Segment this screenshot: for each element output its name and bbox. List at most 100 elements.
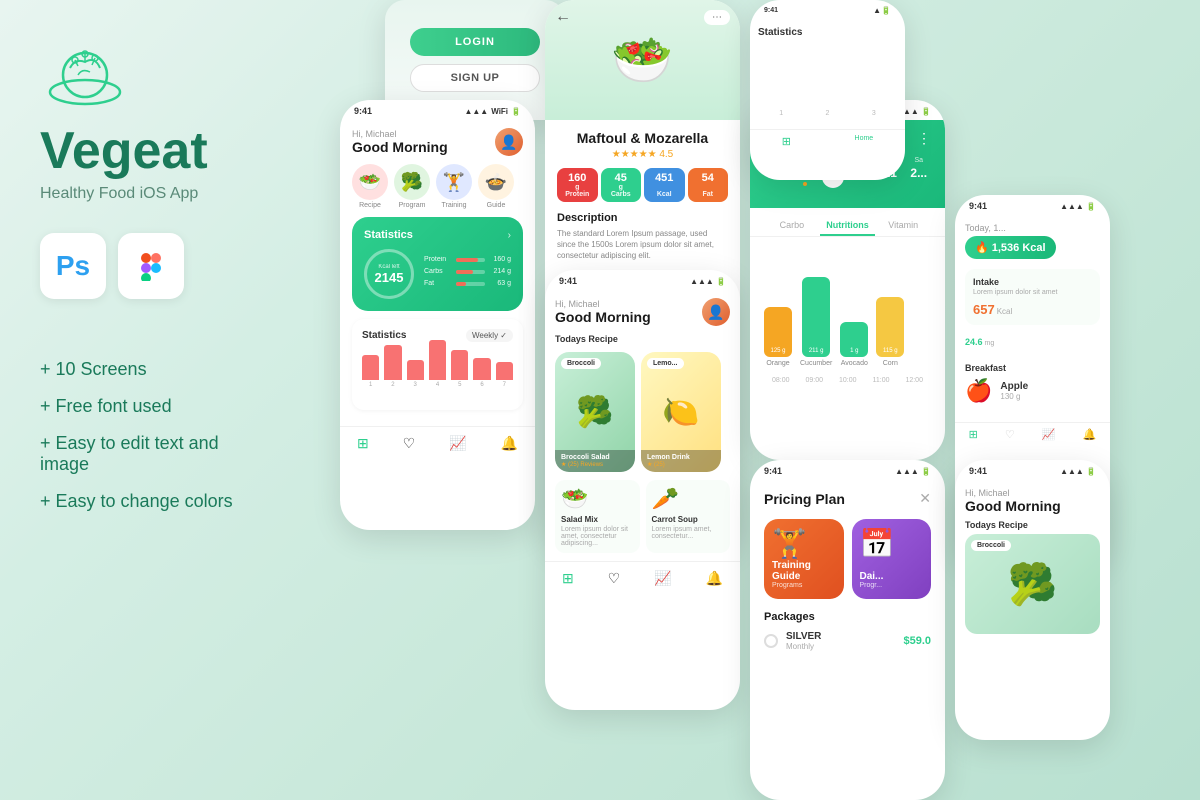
recipe-broccoli-footer: Broccoli Salad ★ (25) Reviews (555, 450, 635, 472)
kcal-badge: 🔥 1,536 Kcal (965, 236, 1056, 259)
pkg-radio[interactable] (764, 634, 778, 648)
phone-stats-small: 9:41 ▲🔋 Statistics 1 2 3 (750, 0, 905, 180)
ps-label: Ps (56, 250, 90, 282)
small-bottom-nav: ⊞ Home (750, 129, 905, 153)
greeting-row-food2: Hi, Michael Good Morning 👤 (555, 298, 730, 326)
greeting-text: Hi, Michael Good Morning (352, 129, 448, 155)
sched-day-sa[interactable]: Sa2... (907, 157, 932, 194)
small-chart (758, 46, 897, 106)
bar-corn: 115 g Corn (876, 297, 904, 367)
bar-chart: 1 2 3 4 5 6 7 (362, 350, 513, 400)
pricing-content: Pricing Plan ✕ 🏋️ Training Guide Program… (750, 480, 945, 667)
kcal-tag: 451Kcal (644, 168, 685, 202)
user-avatar[interactable]: 👤 (495, 128, 523, 156)
todays-recipe-row: 🥦 Broccoli Broccoli Salad ★ (25) Reviews… (555, 352, 730, 472)
home-icon-small[interactable]: ⊞ (782, 135, 791, 148)
recipe-preview: 🥦 Broccoli (965, 534, 1100, 634)
today-content: Today, 1... 🔥 1,536 Kcal Intake Lorem ip… (955, 215, 1110, 418)
silver-package[interactable]: SILVER Monthly $59.0 (764, 631, 931, 651)
tab-vitamin[interactable]: Vitamin (875, 216, 931, 236)
food-nav-training[interactable]: 🏋️ Training (436, 164, 472, 209)
ps-badge: Ps (40, 233, 106, 299)
phone-pricing: 9:41 ▲▲▲ 🔋 Pricing Plan ✕ 🏋️ Training Gu… (750, 460, 945, 800)
protein-tag: 160gProtein (557, 168, 598, 202)
nutrition-tabs: Carbo Nutritions Vitamin (750, 208, 945, 237)
greeting-row: Hi, Michael Good Morning 👤 (352, 128, 523, 156)
close-button[interactable]: ✕ (919, 490, 931, 507)
protein-bar: Protein 160 g (424, 256, 511, 263)
pricing-header: Pricing Plan ✕ (764, 490, 931, 507)
bell-nav-icon[interactable]: 🔔 (501, 435, 518, 452)
status-icons: ▲▲▲WiFi🔋 (464, 107, 521, 116)
nutrition-chart: 125 g Orange 211 g Cucumber 1 g Avocado … (750, 237, 945, 377)
packages-section: Packages SILVER Monthly $59.0 (764, 611, 931, 651)
time-axis: 08:00 09:00 10:00 11:00 12:00 (750, 377, 945, 392)
phone-last: 9:41 ▲▲▲ 🔋 Hi, Michael Good Morning Toda… (955, 460, 1110, 740)
intake-val-row: 657 Kcal (973, 302, 1092, 317)
stats-main: Kcal left 2145 Protein 160 g Carbs 214 g (364, 249, 511, 299)
kcal-circle: Kcal left 2145 (364, 249, 414, 299)
figma-badge (118, 233, 184, 299)
recommended-row: 🥗 Salad Mix Lorem ipsum dolor sit amet, … (555, 480, 730, 553)
fat-tag: 54Fat (688, 168, 729, 202)
carbs-tag: 45gCarbs (601, 168, 642, 202)
tab-carbo[interactable]: Carbo (764, 216, 820, 236)
food2-content: Hi, Michael Good Morning 👤 Todays Recipe… (545, 290, 740, 561)
menu-icon[interactable]: ⋮ (917, 130, 931, 147)
food-nav-recipe[interactable]: 🥗 Recipe (352, 164, 388, 209)
bar-avocado: 1 g Avocado (840, 322, 868, 367)
stats-bars: Protein 160 g Carbs 214 g Fat 63 (424, 256, 511, 292)
feature-colors: + Easy to change colors (40, 491, 270, 512)
tab-nutritions[interactable]: Nutritions (820, 216, 876, 236)
food-nav-row: 🥗 Recipe 🥦 Program 🏋️ Training 🍲 Guide (352, 164, 523, 209)
plan-cards: 🏋️ Training Guide Programs 📅 Dai... Prog… (764, 519, 931, 599)
heart-nav-icon[interactable]: ♡ (403, 435, 416, 452)
stats-card: Statistics › Kcal left 2145 Protein 160 … (352, 217, 523, 311)
intake-detail-row: 24.6 mg (965, 333, 1100, 351)
home-nav-icon[interactable]: ⊞ (357, 435, 369, 452)
stats-header: Statistics › (364, 229, 511, 241)
bottom-nav-food2: ⊞ ♡ 📈 🔔 (545, 561, 740, 595)
chart-card: Statistics Weekly ✓ 1 2 3 4 5 6 7 (352, 319, 523, 410)
rec-card-1[interactable]: 🥗 Salad Mix Lorem ipsum dolor sit amet, … (555, 480, 640, 553)
feature-edit: + Easy to edit text and image (40, 433, 270, 475)
intake-section: Intake Lorem ipsum dolor sit amet 657 Kc… (965, 269, 1100, 325)
food-hero: 🥗 ← ⋯ (545, 0, 740, 120)
daily-card[interactable]: 📅 Dai... Progr... (852, 519, 932, 599)
training-guide-card[interactable]: 🏋️ Training Guide Programs (764, 519, 844, 599)
tool-badges: Ps (40, 233, 270, 299)
feature-font: + Free font used (40, 396, 270, 417)
food-nav-program[interactable]: 🥦 Program (394, 164, 430, 209)
status-bar-last: 9:41 ▲▲▲ 🔋 (955, 460, 1110, 480)
bar-cucumber: 211 g Cucumber (800, 277, 832, 367)
phone-food2: 9:41 ▲▲▲ 🔋 Hi, Michael Good Morning 👤 To… (545, 270, 740, 710)
login-button[interactable]: LOGIN (410, 28, 540, 56)
recipe-preview-label: Broccoli (971, 540, 1011, 551)
food-nav-guide[interactable]: 🍲 Guide (478, 164, 514, 209)
phones-area: LOGIN SIGN UP 9:41 ▲▲▲WiFi🔋 Hi, Michael … (310, 0, 1200, 800)
last-content: Hi, Michael Good Morning Todays Recipe 🥦… (955, 480, 1110, 648)
bar-orange: 125 g Orange (764, 307, 792, 367)
home-label-small: Home (855, 135, 874, 148)
recipe-lemon[interactable]: 🍋 Lemo... Lemon Drink ★ (25) (641, 352, 721, 472)
brand-subtitle: Healthy Food iOS App (40, 185, 270, 203)
avatar-food2[interactable]: 👤 (702, 298, 730, 326)
stats-nav-icon[interactable]: 📈 (449, 435, 466, 452)
brand-name: Vegeat (40, 125, 270, 177)
status-bar-pricing: 9:41 ▲▲▲ 🔋 (750, 460, 945, 480)
feature-screens: + 10 Screens (40, 359, 270, 380)
recipe-lemon-footer: Lemon Drink ★ (25) (641, 450, 721, 472)
carbs-bar: Carbs 214 g (424, 268, 511, 275)
breakfast-item-apple: 🍎 Apple 130 g (965, 378, 1100, 404)
main-content: Hi, Michael Good Morning 👤 🥗 Recipe 🥦 Pr… (340, 120, 535, 426)
rec-card-2[interactable]: 🥕 Carrot Soup Lorem ipsum amet, consecte… (646, 480, 731, 553)
left-panel: Vegeat Healthy Food iOS App Ps + 10 Scre… (0, 0, 310, 800)
breakfast-section: Breakfast 🍎 Apple 130 g (965, 357, 1100, 410)
phone-main: 9:41 ▲▲▲WiFi🔋 Hi, Michael Good Morning 👤… (340, 100, 535, 530)
features-list: + 10 Screens + Free font used + Easy to … (40, 359, 270, 512)
bottom-nav-today: ⊞ ♡ 📈 🔔 (955, 422, 1110, 446)
bottom-nav-main: ⊞ ♡ 📈 🔔 (340, 426, 535, 460)
recipe-lemon-label: Lemo... (647, 358, 684, 369)
recipe-broccoli[interactable]: 🥦 Broccoli Broccoli Salad ★ (25) Reviews (555, 352, 635, 472)
signup-button[interactable]: SIGN UP (410, 64, 540, 92)
